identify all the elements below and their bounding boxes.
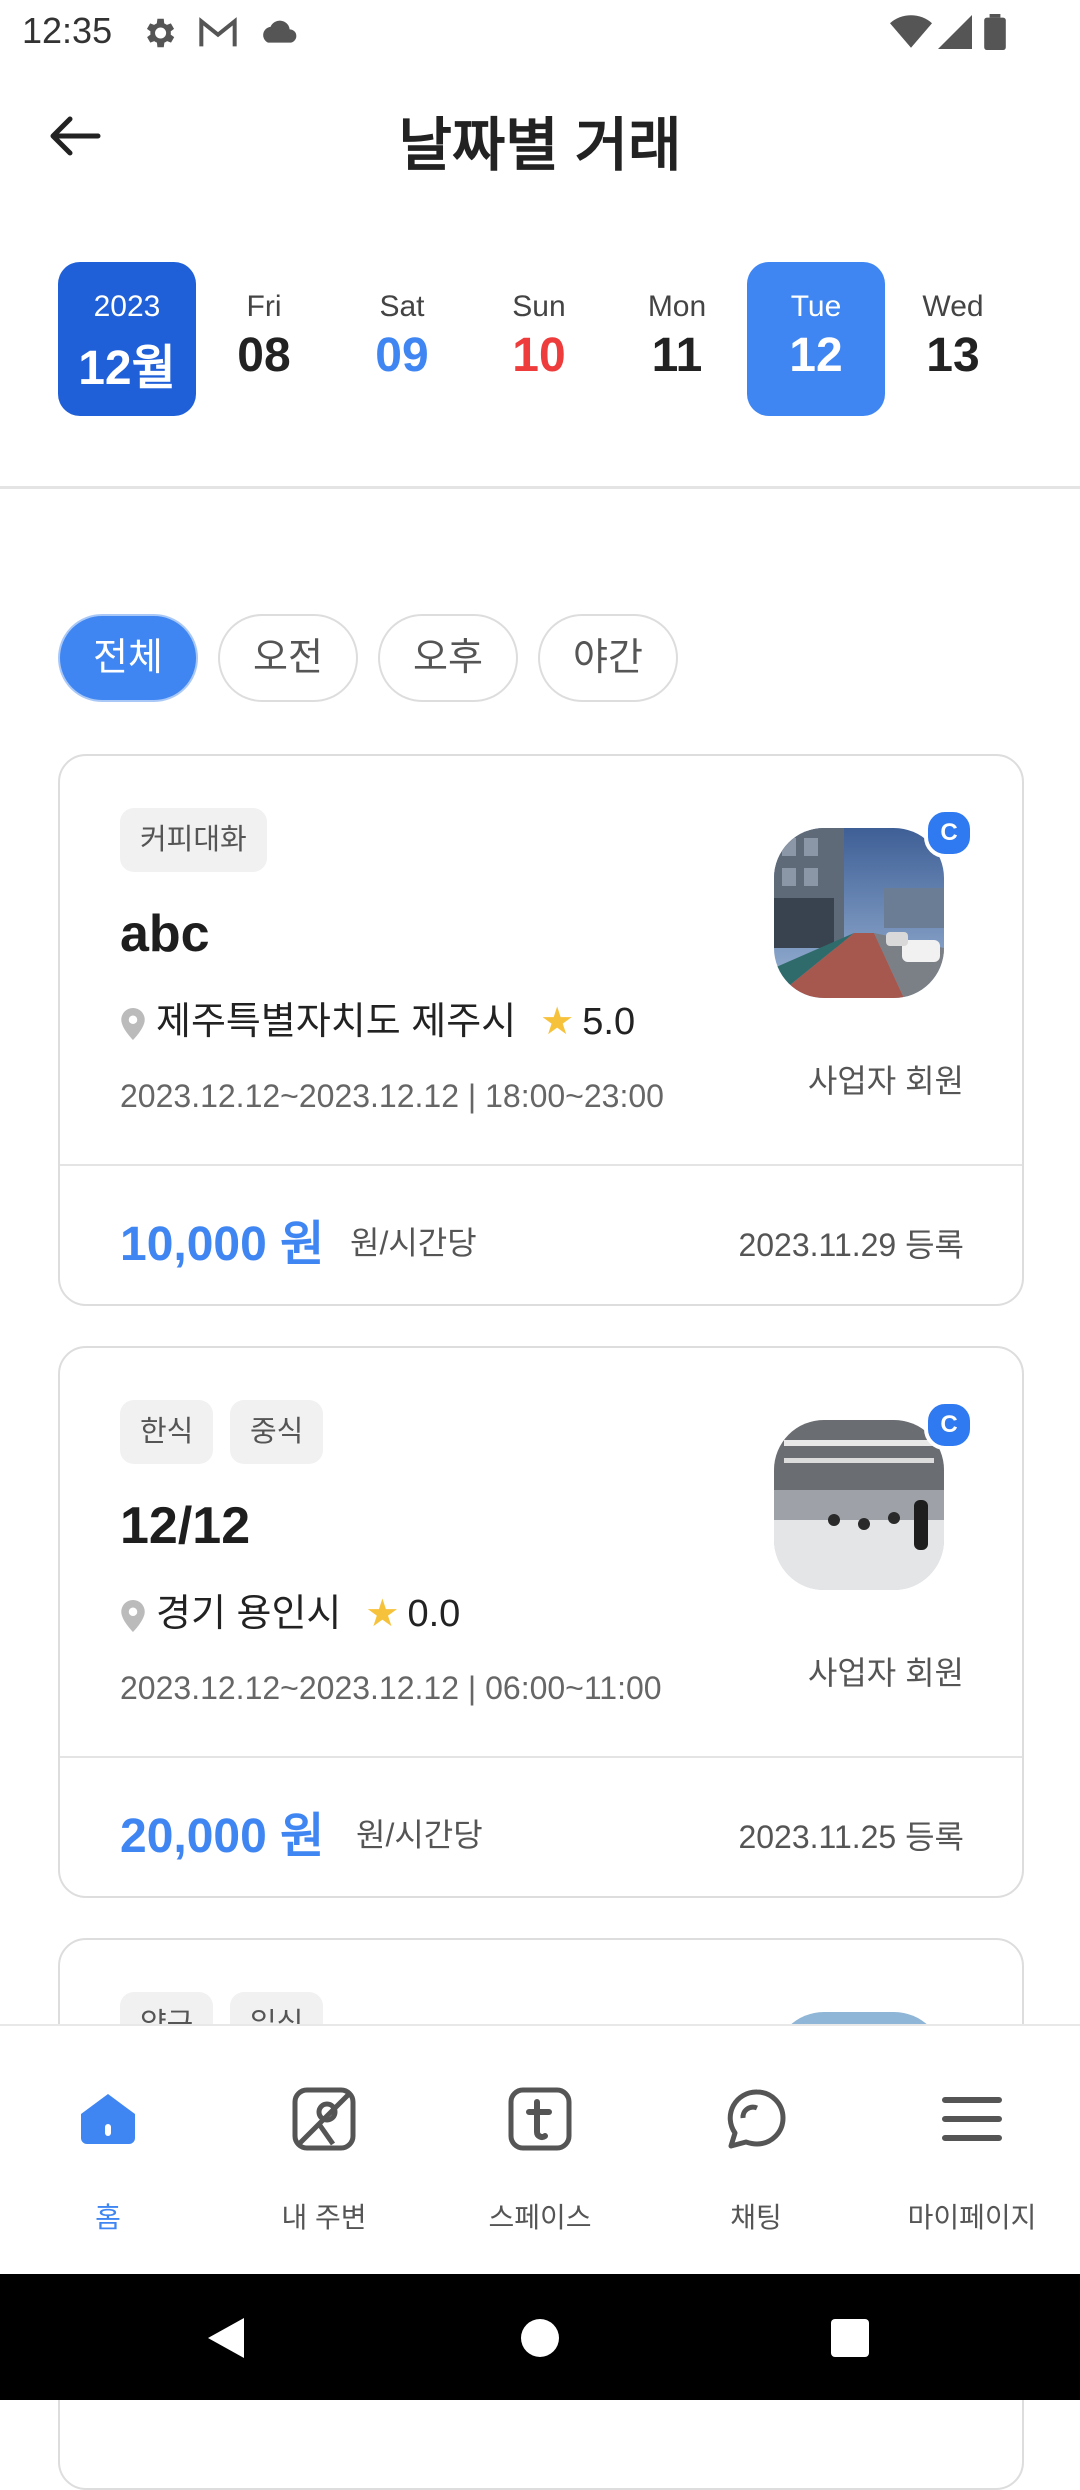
date-day: 08 [237, 329, 291, 382]
home-icon [81, 2094, 135, 2144]
registered-date: 2023.11.29 등록 [738, 1227, 964, 1263]
listing-thumbnail [774, 828, 944, 998]
month-selector[interactable]: 2023 12월 [58, 262, 196, 416]
date-day: 13 [926, 329, 980, 382]
nav-label: 스페이스 [488, 2202, 592, 2233]
registered-date: 2023.11.25 등록 [738, 1819, 964, 1855]
star-icon: ★ [365, 1593, 400, 1635]
nav-nearby[interactable]: 내 주변 [216, 2026, 432, 2276]
year-label: 2023 [93, 290, 161, 323]
listing-title: 12/12 [120, 1497, 251, 1555]
listing-price: 20,000 원 [120, 1810, 325, 1863]
date-item[interactable]: Fri 08 [195, 262, 333, 416]
filter-chip-night[interactable]: 야간 [538, 614, 678, 702]
rating-value: 0.0 [407, 1593, 461, 1635]
nav-label: 내 주변 [281, 2202, 367, 2233]
nav-label: 채팅 [730, 2202, 782, 2233]
date-day: 10 [512, 329, 566, 382]
menu-icon [942, 2097, 1002, 2141]
listing-thumbnail [774, 1420, 944, 1590]
gym-photo [774, 1420, 944, 1590]
filter-chip-morning[interactable]: 오전 [218, 614, 358, 702]
system-navigation-bar [0, 2274, 1080, 2400]
price-unit: 원/시간당 [350, 1225, 477, 1261]
listing-period: 2023.12.12~2023.12.12 | 06:00~11:00 [120, 1670, 662, 1706]
price-unit: 원/시간당 [356, 1817, 483, 1853]
nav-mypage[interactable]: 마이페이지 [864, 2026, 1080, 2276]
date-weekday: Tue [790, 290, 842, 323]
date-day: 11 [651, 329, 703, 382]
date-strip: 2023 12월 Fri 08 Sat 09 Sun 10 Mon 11 Tue… [0, 262, 1080, 416]
member-type: 사업자 회원 [807, 1063, 964, 1099]
battery-icon [984, 14, 1006, 50]
nav-home[interactable]: 홈 [0, 2026, 216, 2276]
rating-value: 5.0 [582, 1001, 636, 1043]
back-triangle-icon[interactable] [204, 2314, 248, 2362]
filter-chip-afternoon[interactable]: 오후 [378, 614, 518, 702]
business-badge: C [924, 808, 974, 858]
date-weekday: Fri [246, 290, 282, 323]
status-time: 12:35 [22, 10, 113, 51]
map-icon [292, 2087, 356, 2151]
date-weekday: Mon [647, 290, 707, 323]
date-item[interactable]: Wed 13 [884, 262, 1022, 416]
filter-chip-all[interactable]: 전체 [58, 614, 198, 702]
location-pin-icon [121, 1007, 145, 1040]
date-item-selected[interactable]: Tue 12 [747, 262, 885, 416]
category-tag: 커피대화 [120, 808, 267, 872]
location-text: 제주특별자치도 제주시 [156, 1001, 517, 1043]
business-badge: C [924, 1400, 974, 1450]
chat-icon [727, 2089, 786, 2149]
cloud-icon [263, 20, 297, 43]
listing-title: abc [120, 905, 210, 963]
date-weekday: Sat [379, 290, 425, 323]
status-bar: 12:35 [0, 0, 1080, 66]
location-text: 경기 용인시 [156, 1593, 342, 1635]
date-day: 12 [789, 329, 843, 382]
bottom-navigation: 홈 내 주변 스페이스 채팅 마이페이지 [0, 2024, 1080, 2276]
month-label: 12월 [78, 342, 176, 395]
nav-label: 마이페이지 [907, 2202, 1037, 2233]
date-item[interactable]: Sat 09 [333, 262, 471, 416]
card-divider [60, 1756, 1022, 1758]
location-pin-icon [121, 1599, 145, 1632]
settings-icon [146, 18, 175, 48]
date-day: 09 [375, 329, 429, 382]
date-weekday: Wed [922, 290, 984, 323]
listing-card[interactable]: 한식 중식 12/12 경기 용인시 ★ 0.0 2023.12.12~2023.1… [58, 1346, 1024, 1898]
nav-label: 홈 [95, 2202, 121, 2233]
street-photo [774, 828, 944, 998]
card-divider [60, 1164, 1022, 1166]
listing-card[interactable]: 커피대화 abc 제주특별자치도 제주시 ★ 5.0 2023.12.12~2023… [58, 754, 1024, 1306]
star-icon: ★ [540, 1001, 575, 1043]
wifi-icon [890, 15, 932, 48]
category-tag: 중식 [230, 1400, 324, 1464]
date-item[interactable]: Sun 10 [470, 262, 608, 416]
nav-space[interactable]: 스페이스 [432, 2026, 648, 2276]
nav-chat[interactable]: 채팅 [648, 2026, 864, 2276]
listing-location: 경기 용인시 ★ 0.0 [120, 1588, 460, 1640]
recents-square-icon[interactable] [830, 2318, 870, 2358]
section-divider [0, 486, 1080, 489]
member-type: 사업자 회원 [807, 1655, 964, 1691]
home-circle-icon[interactable] [520, 2318, 560, 2358]
category-tag: 한식 [120, 1400, 214, 1464]
listing-period: 2023.12.12~2023.12.12 | 18:00~23:00 [120, 1078, 664, 1114]
date-item[interactable]: Mon 11 [608, 262, 746, 416]
listing-location: 제주특별자치도 제주시 ★ 5.0 [120, 996, 635, 1048]
date-weekday: Sun [512, 290, 566, 323]
gmail-icon [199, 17, 237, 47]
page-title: 날짜별 거래 [398, 113, 682, 178]
listing-price: 10,000 원 [120, 1218, 325, 1271]
space-icon [508, 2087, 572, 2151]
signal-icon [938, 15, 972, 49]
